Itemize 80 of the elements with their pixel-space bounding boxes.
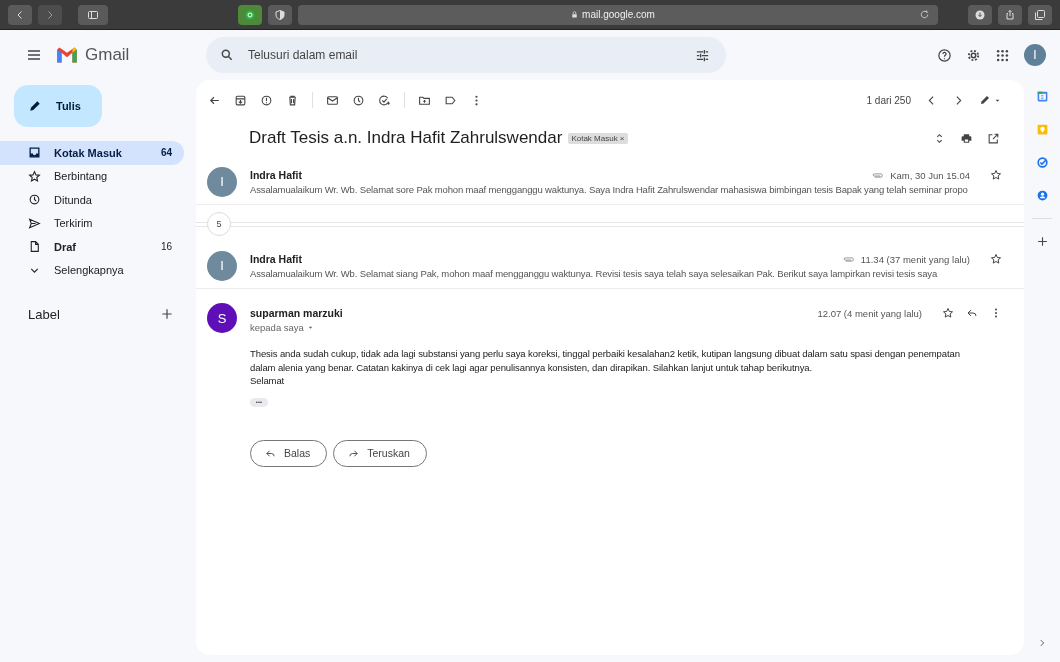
- message-snippet: Assalamualaikum Wr. Wb. Selamat siang Pak, mohon maaf mengganggu waktunya. Revisi tesis saya telah saya selesaikan Pak. Berikut saya lampirkan revisi tesis saya: [250, 267, 939, 279]
- message-snippet: Assalamualaikum Wr. Wb. Selamat sore Pak mohon maaf mengganggu waktunya. Saya Indra Hafit Zahrulswendar mahasiswa bimbingan tesis Bapak yang telah seminar propo: [250, 183, 969, 195]
- menu-icon[interactable]: [26, 47, 42, 63]
- section-heading: Label: [28, 306, 60, 322]
- document-icon: [28, 240, 41, 254]
- apps-icon[interactable]: [995, 47, 1010, 63]
- clock-icon[interactable]: [352, 93, 365, 107]
- reply-button[interactable]: Balas: [250, 439, 328, 467]
- recipient-menu[interactable]: kepada saya: [250, 322, 343, 333]
- clock-icon: [28, 193, 41, 207]
- sender-name: Indra Hafit: [250, 168, 302, 181]
- item-label: Kotak Masuk: [54, 146, 123, 159]
- check-circle-icon[interactable]: [1035, 156, 1049, 169]
- subject-title: Draft Tesis a.n. Indra Hafit Zahrulswendar: [249, 128, 563, 148]
- message-date: 12.07 (4 menit yang lalu): [817, 307, 922, 319]
- search-icon: [220, 48, 234, 62]
- star-icon[interactable]: [942, 307, 954, 319]
- pencil-icon: [28, 99, 42, 113]
- add-task-icon[interactable]: [378, 93, 391, 107]
- sidebar-icon[interactable]: [87, 8, 99, 21]
- star-icon[interactable]: [990, 253, 1002, 265]
- sidebar-item[interactable]: Draf 16: [0, 235, 184, 259]
- url-text: mail.google.com: [582, 9, 655, 20]
- item-label: Ditunda: [54, 193, 93, 206]
- print-icon[interactable]: [960, 131, 973, 145]
- filter-icon[interactable]: [695, 47, 710, 63]
- sender-name: Indra Hafit: [250, 252, 302, 265]
- inbox-icon: [28, 146, 41, 160]
- item-label: Draf: [54, 240, 77, 253]
- item-label: Terkirim: [54, 217, 94, 230]
- star-icon[interactable]: [990, 169, 1002, 181]
- sidebar-item[interactable]: Ditunda: [0, 188, 184, 212]
- search-bar[interactable]: Telusuri dalam email: [206, 37, 726, 73]
- contacts-icon[interactable]: [1035, 189, 1049, 202]
- new-window-icon[interactable]: [987, 131, 1000, 145]
- sidebar-item[interactable]: Terkirim: [0, 211, 184, 235]
- item-label: Berbintang: [54, 170, 109, 183]
- message-date: 11.34 (37 menit yang lalu): [860, 253, 970, 265]
- report-icon[interactable]: [260, 93, 273, 107]
- hidden-count[interactable]: 5: [207, 212, 231, 236]
- sender-avatar: I: [207, 250, 237, 281]
- pen-menu[interactable]: [979, 94, 1002, 106]
- archive-icon[interactable]: [234, 93, 247, 107]
- reload-icon[interactable]: [919, 9, 930, 20]
- add-icon[interactable]: [1035, 235, 1049, 248]
- address-bar[interactable]: mail.google.com: [298, 4, 938, 25]
- share-icon[interactable]: [1004, 8, 1016, 21]
- account-avatar[interactable]: I: [1024, 44, 1046, 66]
- sidebar-item[interactable]: Kotak Masuk 64: [0, 141, 184, 165]
- reply-icon[interactable]: [966, 307, 978, 319]
- search-field[interactable]: Telusuri dalam email: [246, 47, 683, 63]
- extension-icon[interactable]: [244, 8, 256, 21]
- compose-button[interactable]: Tulis: [14, 85, 102, 127]
- message-date: Kam, 30 Jun 15.04: [890, 169, 970, 181]
- forward-button[interactable]: Teruskan: [333, 439, 427, 467]
- item-label: Selengkapnya: [54, 264, 125, 277]
- item-count: 64: [160, 147, 172, 159]
- lock-icon: [570, 10, 580, 19]
- message-body: Thesis anda sudah cukup, tidak ada lagi substansi yang perlu saya koreksi, tinggal perbaiki kesalahan2 ketik, kutipan langsung dibuat dalam satu spasi dengan penempatan dalam alenia yang benar. Catatan kakinya di cek lagi agar penulisannya konsisten, dan dirapikan. Silahkan lanjut untuk tahap berikutnya. Selamat: [250, 347, 961, 388]
- sidebar-item[interactable]: Berbintang: [0, 164, 184, 188]
- send-icon: [28, 216, 41, 230]
- app-name: Gmail: [85, 45, 130, 65]
- sidebar-item[interactable]: Selengkapnya: [0, 258, 184, 282]
- settings-icon[interactable]: [966, 47, 981, 63]
- item-count: 16: [160, 241, 172, 253]
- help-icon[interactable]: [937, 47, 952, 63]
- expand-panel-icon[interactable]: [1037, 638, 1047, 648]
- shield-icon[interactable]: [274, 8, 286, 21]
- star-icon: [28, 169, 41, 183]
- trash-icon[interactable]: [286, 93, 299, 107]
- envelope-icon[interactable]: [326, 93, 339, 107]
- label-chip[interactable]: Kotak Masuk ×: [568, 132, 628, 144]
- download-icon[interactable]: [974, 8, 986, 21]
- sender-avatar: I: [207, 166, 237, 197]
- pen-icon: [979, 94, 991, 106]
- tabs-icon[interactable]: [1034, 8, 1046, 21]
- calendar-icon[interactable]: [1035, 90, 1049, 103]
- pager-text: 1 dari 250: [866, 94, 911, 106]
- sender-name: suparman marzuki: [250, 307, 343, 319]
- sender-avatar: S: [207, 303, 237, 333]
